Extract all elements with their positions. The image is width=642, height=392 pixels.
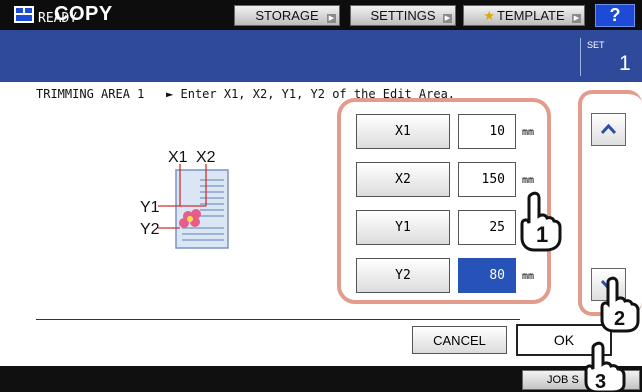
template-button[interactable]: ★ TEMPLATE ▶ [463, 5, 585, 26]
y1-value-field[interactable]: 25 [458, 210, 516, 245]
step-3-number: 3 [595, 371, 606, 392]
arrow-icon: ▶ [327, 14, 336, 23]
y1-label: Y1 [140, 199, 160, 216]
x1-button[interactable]: X1 [356, 114, 450, 149]
x1-label: X1 [168, 149, 188, 166]
y1-button[interactable]: Y1 [356, 210, 450, 245]
help-button[interactable]: ? [595, 4, 635, 27]
arrow-icon: ▶ [572, 14, 581, 23]
storage-button[interactable]: STORAGE ▶ [234, 5, 340, 26]
step-2-number: 2 [614, 308, 625, 330]
x1-unit: mm [522, 127, 535, 138]
hand-pointer-icon: 2 [600, 276, 640, 333]
edit-area-diagram: X1 X2 Y1 Y2 [140, 149, 229, 249]
arrow-icon: ▶ [443, 14, 452, 23]
x2-unit: mm [522, 175, 535, 186]
copy-app-icon [14, 6, 34, 23]
step-1-number: 1 [536, 222, 548, 247]
template-label: TEMPLATE [496, 8, 565, 23]
x2-value-field[interactable]: 150 [458, 162, 516, 197]
star-icon: ★ [483, 7, 495, 23]
cancel-button[interactable]: CANCEL [412, 326, 507, 354]
y2-unit: mm [522, 271, 535, 282]
settings-button[interactable]: SETTINGS ▶ [350, 5, 456, 26]
x2-label: X2 [196, 149, 216, 166]
chevron-up-icon [600, 123, 617, 135]
job-status-label: JOB S [547, 374, 579, 386]
set-divider [580, 38, 581, 76]
y2-button[interactable]: Y2 [356, 258, 450, 293]
set-label: SET [587, 40, 605, 50]
status-bar [0, 30, 642, 82]
y2-value-field[interactable]: 80 [458, 258, 516, 293]
divider [36, 319, 520, 320]
x1-value-field[interactable]: 10 [458, 114, 516, 149]
hand-pointer-icon: 3 [584, 341, 626, 392]
page-graphic [175, 169, 229, 249]
x2-button[interactable]: X2 [356, 162, 450, 197]
hand-pointer-icon: 1 [520, 191, 562, 252]
scroll-up-button[interactable] [591, 113, 626, 146]
y2-label: Y2 [140, 221, 160, 238]
storage-label: STORAGE [255, 8, 319, 23]
settings-label: SETTINGS [370, 8, 436, 23]
status-text: READY [38, 11, 78, 26]
set-count: 1 [619, 52, 631, 75]
